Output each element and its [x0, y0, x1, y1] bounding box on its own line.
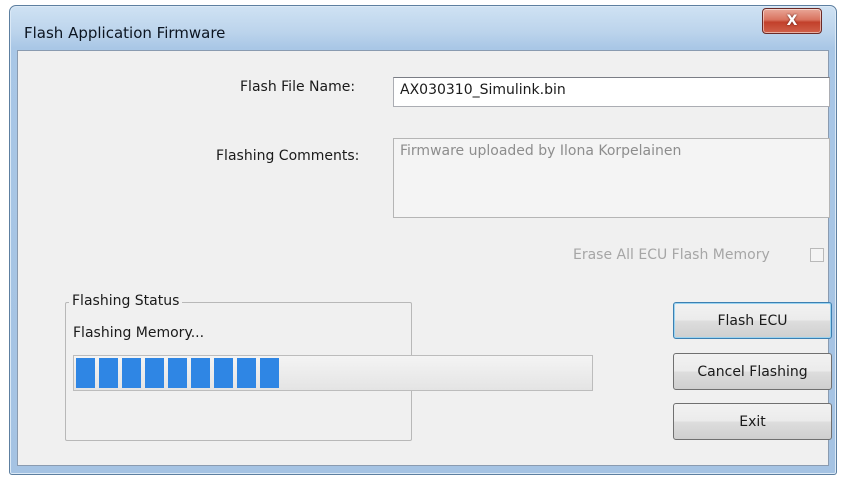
flashing-status-message: Flashing Memory...	[73, 325, 205, 341]
flashing-comments-field[interactable]: Firmware uploaded by Ilona Korpelainen	[393, 138, 830, 218]
flashing-progress-bar	[73, 355, 593, 391]
exit-button[interactable]: Exit	[673, 403, 832, 440]
flashing-status-title: Flashing Status	[69, 293, 183, 309]
close-icon: X	[786, 13, 798, 29]
close-button[interactable]: X	[762, 8, 822, 34]
progress-fill	[76, 358, 282, 388]
dialog-client-area: Flash File Name: AX030310_Simulink.bin F…	[17, 50, 832, 466]
erase-flash-memory-checkbox[interactable]	[810, 248, 824, 262]
flash-file-name-label: Flash File Name:	[240, 79, 356, 95]
title-bar[interactable]: Flash Application Firmware X	[10, 6, 836, 50]
flash-ecu-button[interactable]: Flash ECU	[673, 302, 832, 339]
window-title: Flash Application Firmware	[24, 24, 226, 42]
cancel-flashing-button[interactable]: Cancel Flashing	[673, 353, 832, 390]
dialog-window: Flash Application Firmware X Flash File …	[9, 5, 837, 475]
progress-track	[76, 358, 590, 388]
flashing-comments-label: Flashing Comments:	[216, 148, 360, 164]
erase-flash-memory-label: Erase All ECU Flash Memory	[573, 247, 770, 263]
flash-file-name-field[interactable]: AX030310_Simulink.bin	[393, 77, 830, 107]
